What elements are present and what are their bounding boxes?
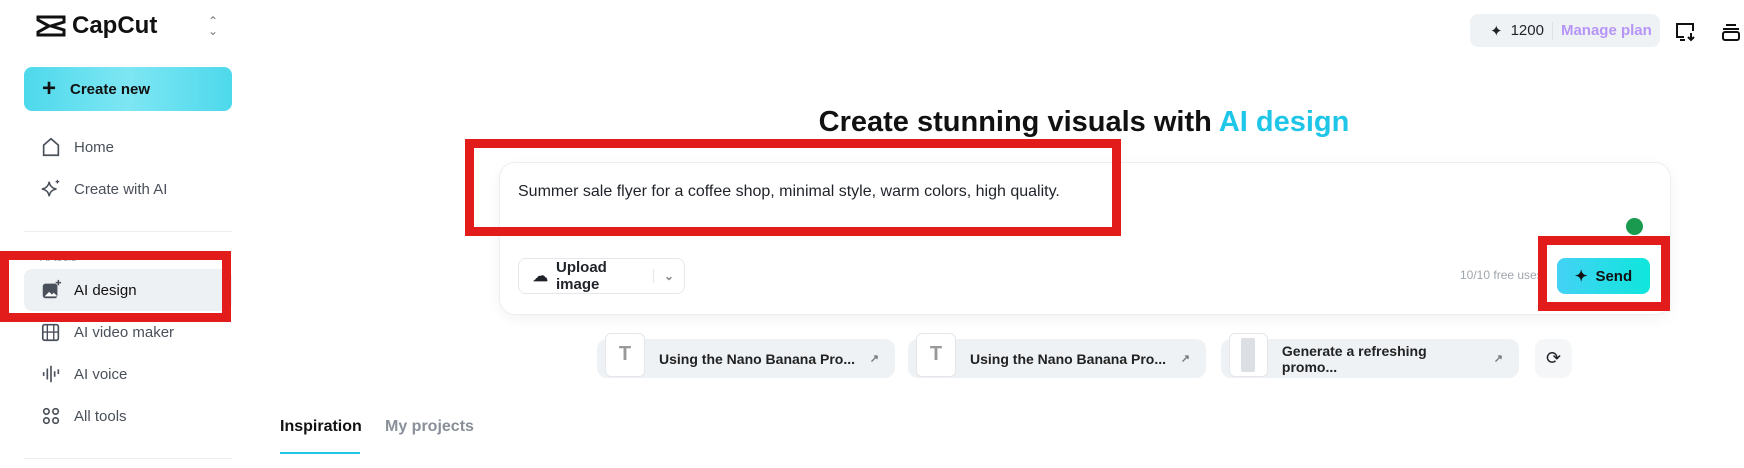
free-uses-counter: 10/10 free uses [1460, 268, 1543, 282]
sidebar-item-create-with-ai[interactable]: Create with AI [24, 168, 232, 210]
capcut-logo-icon [36, 15, 66, 37]
title-prefix: Create stunning visuals with [818, 106, 1219, 138]
suggestion-label: Using the Nano Banana Pro... [970, 350, 1167, 367]
arrow-up-right-icon: ↗ [1493, 353, 1503, 365]
sidebar-divider [24, 458, 232, 459]
voice-wave-icon [42, 365, 60, 383]
sparkle-icon: ✦ [1490, 22, 1503, 40]
upload-image-button[interactable]: ☁ Upload image ⌄ [518, 258, 685, 294]
create-new-button[interactable]: + Create new [24, 67, 232, 111]
arrow-up-right-icon: ↗ [869, 353, 879, 365]
refresh-icon: ⟳ [1545, 348, 1562, 368]
chevron-down-icon[interactable]: ⌄ [652, 269, 684, 283]
sparkle-icon [41, 179, 60, 197]
sidebar-item-label: Create with AI [74, 180, 168, 198]
arrow-up-right-icon: ↗ [1180, 353, 1190, 365]
workspace-switcher-icon[interactable]: ⌃ ⌄ [208, 15, 218, 37]
credits-count: 1200 [1510, 22, 1544, 39]
create-new-label: Create new [70, 80, 151, 98]
plus-icon: + [42, 75, 57, 102]
upload-label: Upload image [556, 259, 607, 293]
sidebar-item-label: All tools [74, 407, 127, 425]
brand-name: CapCut [72, 12, 158, 39]
capcut-logo[interactable]: CapCut [36, 12, 157, 40]
suggestion-label: Generate a refreshing promo... [1281, 342, 1427, 375]
text-icon: T [916, 332, 956, 377]
sidebar-item-label: AI voice [74, 365, 128, 383]
highlight-box-prompt [465, 139, 1121, 236]
credits-pill: ✦ 1200 Manage plan [1470, 14, 1660, 47]
suggestion-chip[interactable]: Generate a refreshing promo... ↗ [1221, 332, 1519, 378]
sidebar-item-label: AI video maker [74, 323, 175, 341]
desktop-download-icon[interactable] [1674, 22, 1696, 42]
page-title: Create stunning visuals with AI design [0, 106, 1744, 139]
sidebar-item-ai-voice[interactable]: AI voice [24, 353, 232, 395]
highlight-box-ai-design [0, 251, 231, 322]
suggestion-label: Using the Nano Banana Pro... [659, 350, 856, 367]
pill-separator [1551, 21, 1553, 40]
tab-inspiration[interactable]: Inspiration [280, 418, 362, 436]
sidebar-item-label: Home [74, 138, 115, 156]
suggestion-chip[interactable]: T Using the Nano Banana Pro... ↗ [908, 332, 1206, 378]
text-icon: T [605, 332, 645, 377]
tab-my-projects[interactable]: My projects [385, 418, 474, 436]
robot-assistant-icon[interactable] [1626, 218, 1643, 235]
cloud-upload-icon: ☁ [533, 268, 548, 285]
refresh-suggestions-button[interactable]: ⟳ [1535, 339, 1572, 378]
highlight-box-send [1538, 236, 1670, 311]
suggestion-chip[interactable]: T Using the Nano Banana Pro... ↗ [597, 332, 895, 378]
home-icon [42, 137, 60, 157]
product-thumbnail [1229, 332, 1268, 377]
title-accent: AI design [1218, 106, 1350, 138]
active-tab-indicator [280, 452, 360, 454]
manage-plan-link[interactable]: Manage plan [1561, 22, 1652, 39]
grid-icon [42, 407, 60, 425]
sidebar-item-all-tools[interactable]: All tools [24, 395, 232, 437]
film-icon [41, 323, 60, 342]
stack-menu-icon[interactable] [1720, 22, 1742, 42]
sidebar-divider [24, 231, 232, 232]
